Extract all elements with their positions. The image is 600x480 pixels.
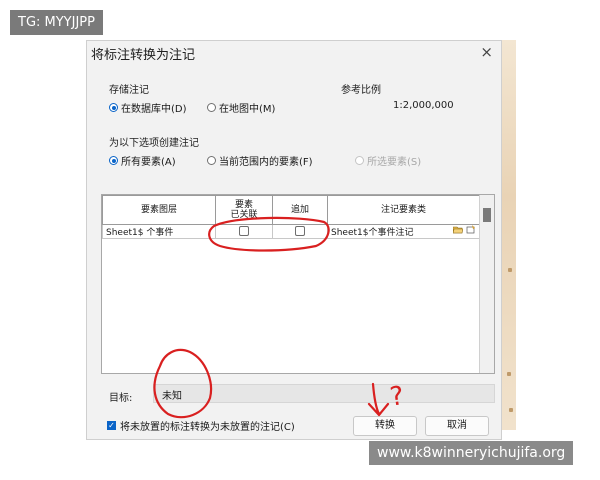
convert-button[interactable]: 转换 [353,416,417,436]
cell-layer: Sheet1$ 个事件 [102,224,216,239]
radio-off-icon [207,103,216,112]
radio-on-icon [109,156,118,165]
convert-unplaced-label: 将未放置的标注转换为未放置的注记(C) [120,422,295,433]
append-checkbox[interactable] [295,226,305,237]
storage-label: 存储注记 [109,85,149,96]
header-annotation-class: 注记要素类 [327,195,480,225]
radio-all-features[interactable]: 所有要素(A) [109,153,176,168]
radio-off-icon [207,156,216,165]
cell-annotation-class: Sheet1$个事件注记 [327,224,480,239]
dialog-title: 将标注转换为注记 [91,48,196,63]
cancel-button[interactable]: 取消 [425,416,489,436]
radio-in-map[interactable]: 在地图中(M) [207,100,275,115]
header-append: 追加 [272,195,328,225]
target-label: 目标: [109,393,133,404]
radio-current-extent-label: 当前范围内的要素(F) [219,157,313,168]
reference-scale-value: 1:2,000,000 [393,100,454,111]
radio-in-map-label: 在地图中(M) [219,104,276,115]
close-icon[interactable]: × [480,43,493,61]
header-feature-linked: 要素 已关联 [215,195,273,225]
radio-on-icon [109,103,118,112]
properties-icon[interactable] [466,225,476,234]
watermark-bottom: www.k8winneryichujifa.org [369,441,574,465]
radio-selected-features: 所选要素(S) [355,153,421,168]
cell-feature-linked [215,224,273,239]
radio-current-extent[interactable]: 当前范围内的要素(F) [207,153,313,168]
reference-scale-label: 参考比例 [341,85,381,96]
radio-in-database-label: 在数据库中(D) [121,104,187,115]
grid-header-row: 要素图层 要素 已关联 追加 注记要素类 [102,195,480,225]
map-speck [509,408,513,412]
folder-open-icon[interactable] [453,225,463,234]
grid-scrollbar[interactable] [479,195,494,373]
annotation-class-name: Sheet1$个事件注记 [331,228,414,238]
header-feature-layer: 要素图层 [102,195,216,225]
watermark-top: TG: MYYJJPP [10,10,103,35]
radio-selected-features-label: 所选要素(S) [367,157,422,168]
background-left [0,40,86,440]
target-value: 未知 [162,391,182,402]
target-field[interactable]: 未知 [153,384,495,403]
map-speck [508,268,512,272]
cell-append [272,224,328,239]
radio-in-database[interactable]: 在数据库中(D) [109,100,187,115]
scroll-thumb[interactable] [483,208,491,222]
radio-all-features-label: 所有要素(A) [121,157,176,168]
table-row[interactable]: Sheet1$ 个事件 Sheet1$个事件注记 [102,224,480,239]
create-for-label: 为以下选项创建注记 [109,138,199,149]
layers-grid: 要素图层 要素 已关联 追加 注记要素类 Sheet1$ 个事件 Sheet1$… [101,194,495,374]
convert-labels-dialog: 将标注转换为注记 × 存储注记 在数据库中(D) 在地图中(M) 参考比例 1:… [86,40,502,440]
radio-disabled-icon [355,156,364,165]
convert-unplaced-checkbox[interactable]: ✓ 将未放置的标注转换为未放置的注记(C) [107,418,295,433]
feature-linked-checkbox[interactable] [239,226,249,237]
map-speck [507,372,511,376]
checkmark-icon: ✓ [107,421,116,430]
